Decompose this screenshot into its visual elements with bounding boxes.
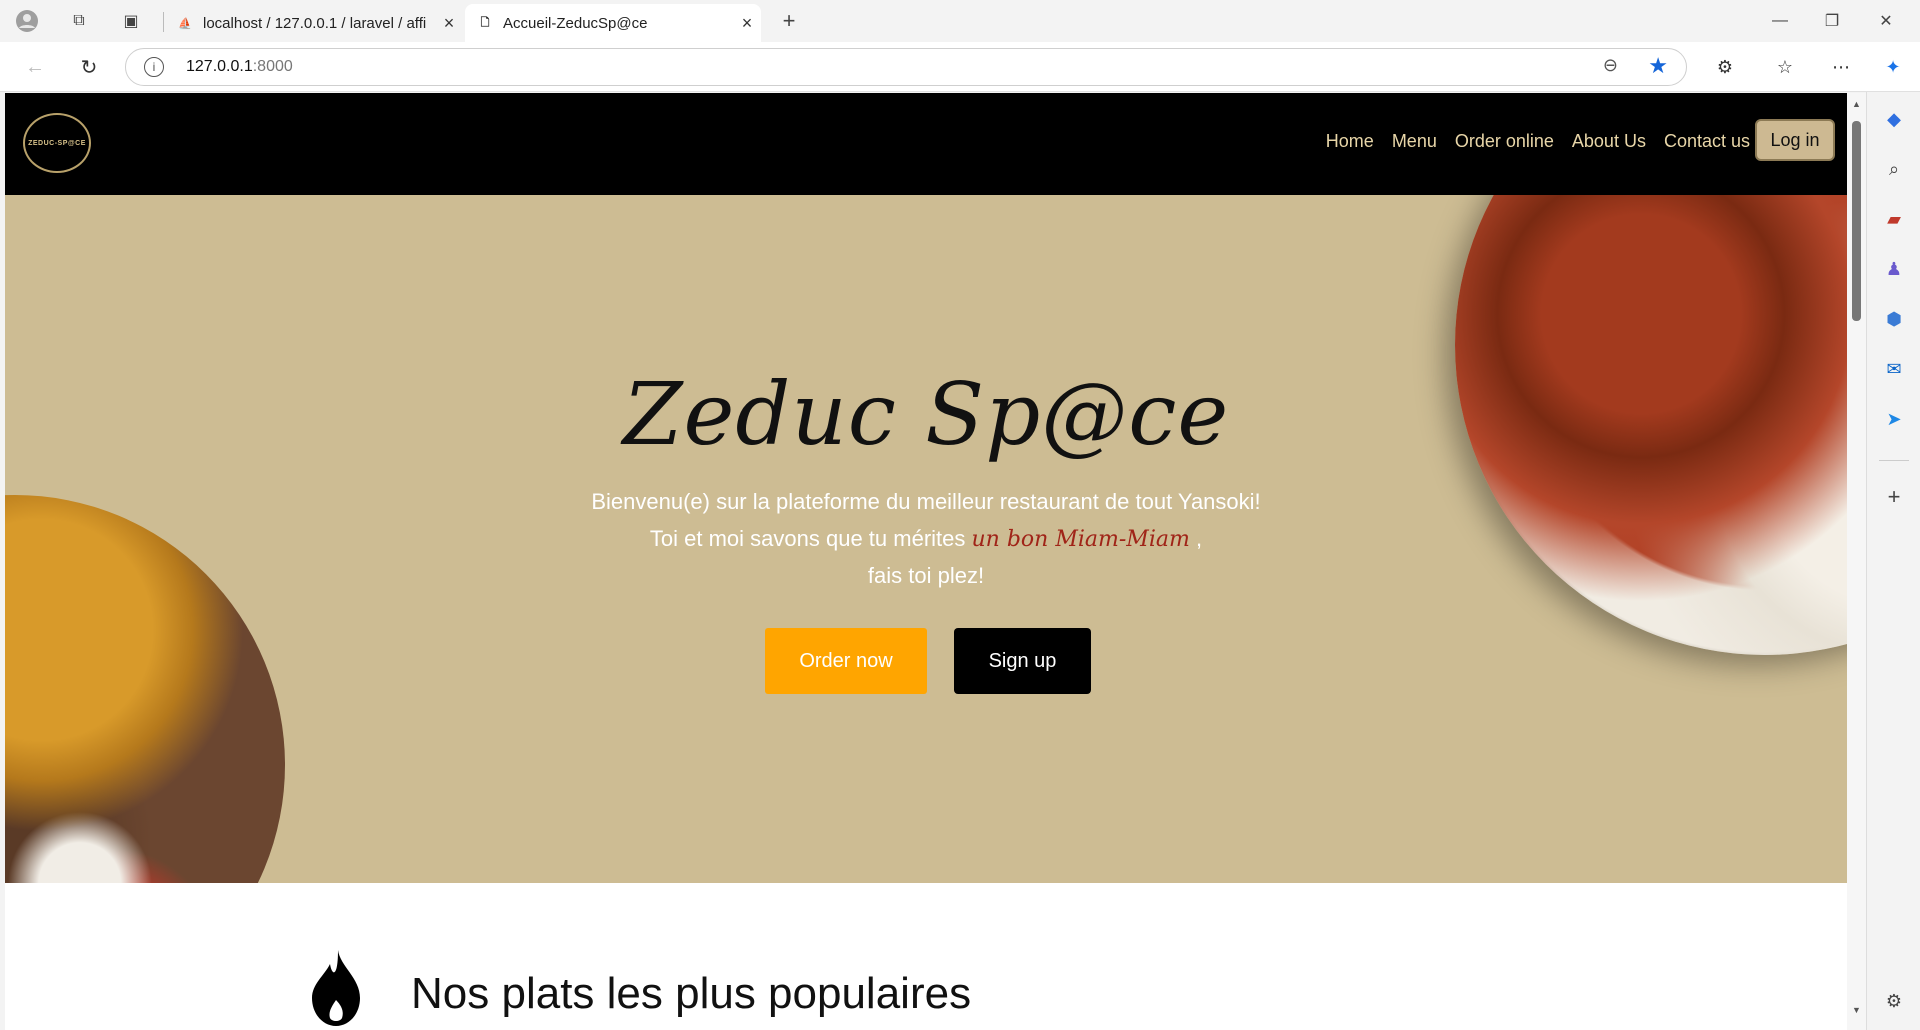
url-host: 127.0.0.1 (186, 58, 253, 75)
url-text: 127.0.0.1:8000 (186, 58, 293, 76)
site-info-icon[interactable]: i (144, 57, 164, 77)
search-icon[interactable]: ⌕ (1881, 156, 1907, 182)
url-field[interactable]: i 127.0.0.1:8000 ⊖ ★ (125, 48, 1687, 86)
favorites-icon[interactable]: ☆ (1772, 54, 1798, 80)
browser-sidebar: ◆ ⌕ ▰ ♟ ⬢ ✉ ➤ + ⚙ (1866, 92, 1920, 1030)
tag-icon[interactable]: ◆ (1881, 106, 1907, 132)
close-window-icon[interactable]: ✕ (1866, 8, 1906, 34)
tab-actions-icon[interactable]: ▣ (118, 8, 144, 34)
tab-separator (163, 12, 164, 32)
hero-section: Zeduc Sp@ce Bienvenu(e) sur la plateform… (5, 195, 1847, 883)
flame-icon (312, 950, 360, 1026)
phpmyadmin-icon: ⛵ (178, 17, 192, 30)
address-bar-row: ← ↻ i 127.0.0.1:8000 ⊖ ★ ⚙ ☆ ⋯ ✦ (0, 42, 1920, 92)
logo-text: ZEDUC-SP@CE (28, 139, 86, 147)
minimize-icon[interactable]: — (1760, 8, 1800, 34)
favorite-star-icon[interactable]: ★ (1648, 53, 1668, 79)
url-port: :8000 (252, 58, 293, 75)
restore-icon[interactable]: ❐ (1812, 8, 1852, 34)
nav-menu[interactable]: Menu (1392, 131, 1437, 152)
back-icon[interactable]: ← (20, 52, 50, 82)
hero-line-3: fais toi plez! (867, 563, 985, 588)
settings-gear-icon[interactable]: ⚙ (1881, 988, 1907, 1014)
browser-tab-bar: ⧉ ▣ ⛵ localhost / 127.0.0.1 / laravel / … (0, 0, 1920, 42)
close-tab-icon[interactable]: × (435, 13, 463, 34)
close-tab-icon[interactable]: × (733, 13, 761, 34)
copilot-icon[interactable]: ✦ (1880, 54, 1906, 80)
scroll-up-icon[interactable]: ▲ (1851, 99, 1862, 109)
nav-home[interactable]: Home (1326, 131, 1374, 152)
order-now-button[interactable]: Order now (765, 628, 927, 694)
nav-order-online[interactable]: Order online (1455, 131, 1554, 152)
hero-line-2-prefix: Toi et moi savons que tu mérites (649, 526, 972, 551)
miam-highlight: un bon Miam-Miam (971, 527, 1190, 552)
workspaces-icon[interactable]: ⧉ (66, 8, 92, 34)
hero-line-2: Toi et moi savons que tu mérites un bon … (5, 526, 1847, 552)
profile-icon[interactable] (14, 8, 40, 34)
new-tab-icon[interactable]: + (776, 8, 802, 34)
hero-line-1: Bienvenu(e) sur la plateforme du meilleu… (591, 489, 1261, 514)
page-viewport: ZEDUC-SP@CE Home Menu Order online About… (5, 93, 1847, 1030)
page-scrollbar[interactable]: ▲ ▼ (1847, 93, 1866, 1030)
tab-phpmyadmin[interactable]: ⛵ localhost / 127.0.0.1 / laravel / affi… (165, 4, 463, 42)
hero-line-2-suffix: , (1189, 526, 1203, 551)
zoom-icon[interactable]: ⊖ (1603, 55, 1618, 76)
tab-label: Accueil-ZeducSp@ce (503, 14, 648, 32)
site-navbar: ZEDUC-SP@CE Home Menu Order online About… (5, 93, 1847, 195)
scroll-down-icon[interactable]: ▼ (1851, 1005, 1862, 1015)
nav-about-us[interactable]: About Us (1572, 131, 1646, 152)
scroll-thumb[interactable] (1852, 121, 1861, 321)
office-icon[interactable]: ⬢ (1881, 306, 1907, 332)
nav-contact-us[interactable]: Contact us (1664, 131, 1750, 152)
outlook-icon[interactable]: ✉ (1881, 356, 1907, 382)
extensions-icon[interactable]: ⚙ (1712, 54, 1738, 80)
food-image-left (5, 495, 285, 883)
add-icon[interactable]: + (1881, 484, 1907, 510)
reload-icon[interactable]: ↻ (74, 52, 104, 82)
toolbox-icon[interactable]: ▰ (1881, 206, 1907, 232)
tab-accueil[interactable]: 🗋 Accueil-ZeducSp@ce × (465, 4, 761, 42)
tab-label: localhost / 127.0.0.1 / laravel / affi (203, 14, 427, 32)
hero-title: Zeduc Sp@ce (622, 365, 1230, 465)
more-menu-icon[interactable]: ⋯ (1828, 54, 1854, 80)
sidebar-divider (1879, 460, 1909, 461)
sign-up-button[interactable]: Sign up (954, 628, 1091, 694)
popular-dishes-title: Nos plats les plus populaires (411, 969, 972, 1018)
nav-links: Home Menu Order online About Us Contact … (1326, 131, 1750, 152)
login-button[interactable]: Log in (1755, 119, 1835, 161)
games-icon[interactable]: ♟ (1881, 256, 1907, 282)
site-logo[interactable]: ZEDUC-SP@CE (23, 113, 91, 173)
send-icon[interactable]: ➤ (1881, 406, 1907, 432)
page-icon: 🗋 (480, 16, 490, 29)
